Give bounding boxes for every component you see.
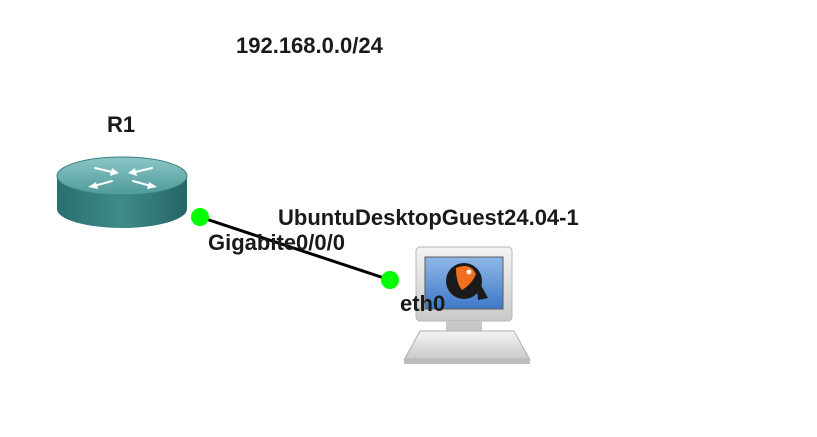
host-port-status[interactable]	[381, 271, 399, 289]
router-icon[interactable]	[56, 156, 188, 228]
router-name: R1	[107, 112, 136, 137]
host-interface-label: eth0	[400, 291, 446, 316]
host-name: UbuntuDesktopGuest24.04-1	[278, 205, 579, 230]
router-port-status[interactable]	[191, 208, 209, 226]
router-interface-label: Gigabite0/0/0	[208, 230, 345, 255]
network-label: 192.168.0.0/24	[236, 33, 383, 58]
